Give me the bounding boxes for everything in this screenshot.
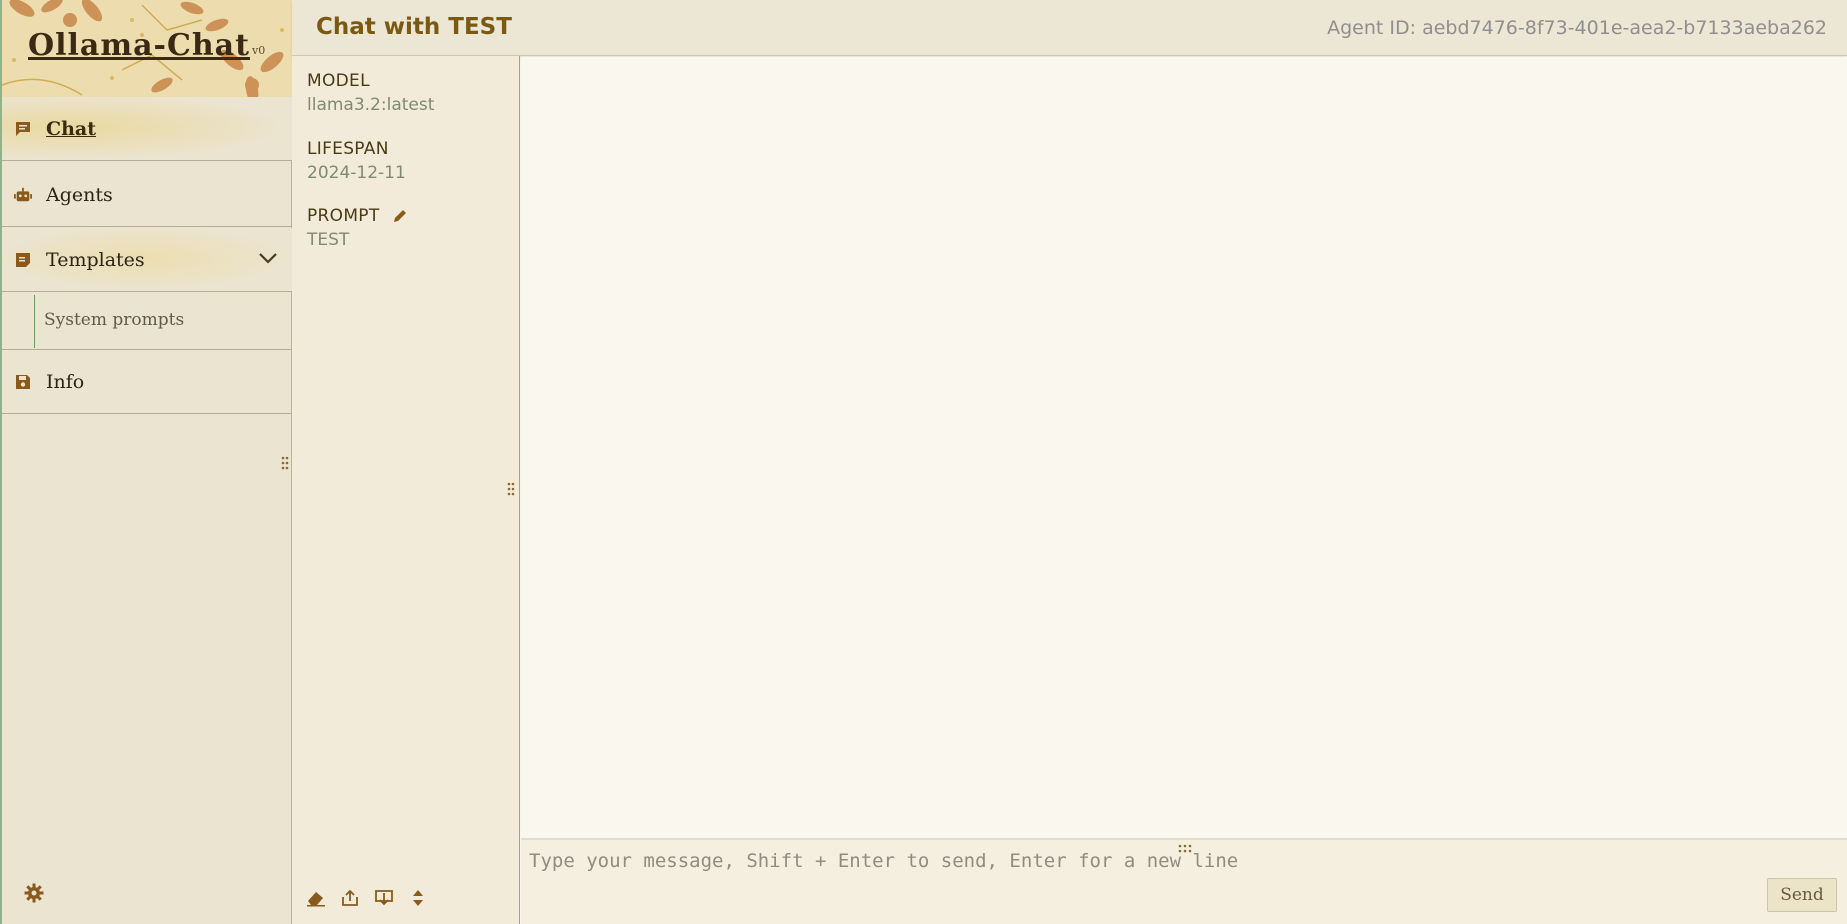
message-icon xyxy=(14,120,32,138)
lifespan-label: LIFESPAN xyxy=(307,139,389,159)
app-logo-title[interactable]: Ollama-Chat xyxy=(28,28,250,63)
robot-icon xyxy=(14,186,32,204)
eraser-icon[interactable] xyxy=(306,888,326,908)
model-section: MODEL llama3.2:latest xyxy=(307,71,434,115)
panel-resize-handle[interactable] xyxy=(507,481,515,500)
chevron-down-icon[interactable] xyxy=(258,250,278,269)
panel-toolbar xyxy=(306,888,428,908)
sidebar-item-chat[interactable]: Chat xyxy=(2,97,292,161)
lifespan-section: LIFESPAN 2024-12-11 xyxy=(307,139,406,183)
model-value: llama3.2:latest xyxy=(307,95,435,115)
save-icon xyxy=(14,373,32,391)
sidebar-item-agents[interactable]: Agents xyxy=(2,163,292,227)
sidebar-subitem-system-prompts[interactable]: System prompts xyxy=(2,293,292,350)
sidebar-resize-handle[interactable] xyxy=(281,455,289,474)
export-icon[interactable] xyxy=(340,888,360,908)
edit-pencil-icon[interactable] xyxy=(392,208,408,224)
subitem-indicator xyxy=(34,295,35,348)
agent-info-panel: MODEL llama3.2:latest LIFESPAN 2024-12-1… xyxy=(292,56,520,924)
settings-gear-icon[interactable] xyxy=(24,883,44,907)
model-label: MODEL xyxy=(307,71,370,91)
app-version: v0 xyxy=(252,44,266,57)
sidebar-subitem-label: System prompts xyxy=(44,310,185,330)
page-title: Chat with TEST xyxy=(316,14,512,40)
chat-messages-area xyxy=(521,57,1847,838)
sidebar-item-info[interactable]: Info xyxy=(2,350,292,414)
agent-id-label: Agent ID: aebd7476-8f73-401e-aea2-b7133a… xyxy=(1327,17,1827,39)
send-button[interactable]: Send xyxy=(1767,878,1837,912)
lifespan-value: 2024-12-11 xyxy=(307,163,406,183)
prompt-label: PROMPT xyxy=(307,206,380,226)
message-input[interactable] xyxy=(527,848,1711,918)
app-window: Ollama-Chat v0 Chat Agents Templates Sys… xyxy=(0,0,1847,924)
sidebar: Ollama-Chat v0 Chat Agents Templates Sys… xyxy=(0,0,292,924)
chat-header: Chat with TEST Agent ID: aebd7476-8f73-4… xyxy=(292,0,1847,56)
prompt-value: TEST xyxy=(307,230,350,250)
sidebar-item-label: Templates xyxy=(46,248,145,271)
sort-icon[interactable] xyxy=(408,888,428,908)
template-icon xyxy=(14,251,32,269)
sidebar-item-label: Chat xyxy=(46,117,97,140)
logo-banner: Ollama-Chat v0 xyxy=(2,0,292,98)
message-composer: Send xyxy=(521,838,1847,924)
sidebar-item-label: Agents xyxy=(46,183,113,206)
sidebar-item-templates[interactable]: Templates xyxy=(2,228,292,292)
sidebar-item-label: Info xyxy=(46,370,85,393)
import-icon[interactable] xyxy=(374,888,394,908)
prompt-label-row: PROMPT xyxy=(307,206,408,226)
prompt-section: PROMPT TEST xyxy=(307,206,408,250)
